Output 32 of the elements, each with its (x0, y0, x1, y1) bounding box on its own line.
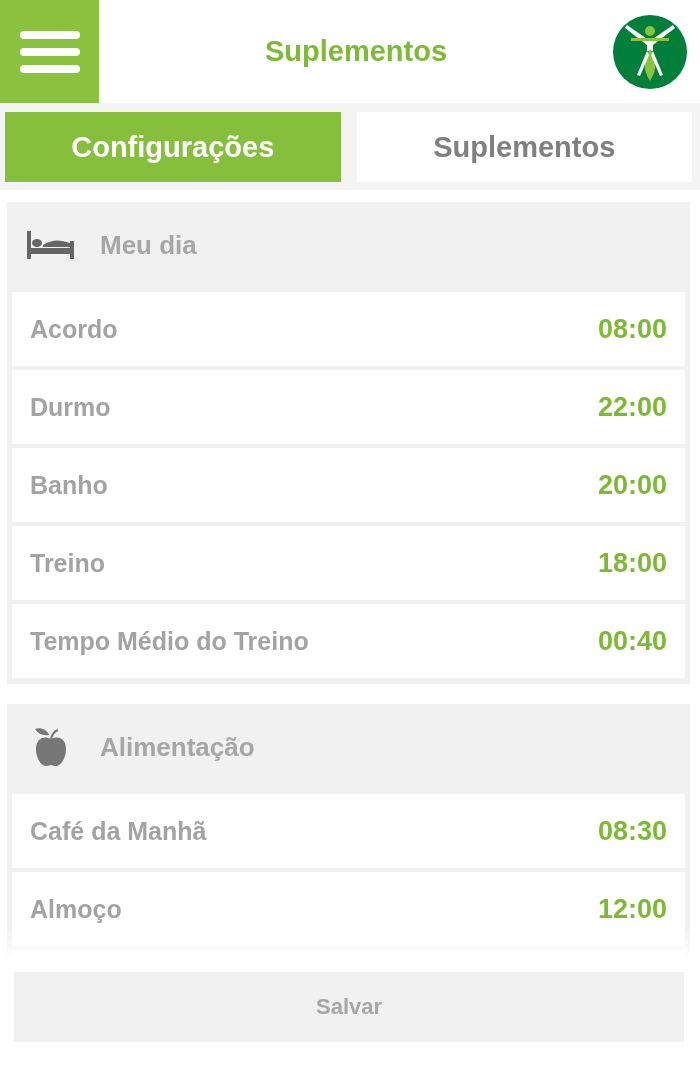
row-label: Tempo Médio do Treino (30, 626, 309, 656)
time-value: 08:30 (597, 815, 667, 847)
menu-icon (19, 30, 80, 73)
tab[interactable]: Suplementos (356, 112, 692, 182)
row-label: Almoço (30, 894, 122, 924)
list-row[interactable]: Tempo Médio do Treino 00:40 (12, 604, 685, 678)
time-value: 00:40 (597, 625, 667, 657)
list-row[interactable]: Durmo 22:00 (12, 370, 685, 444)
time-value: 20:00 (597, 469, 667, 501)
list-row[interactable]: Café da Manhã 08:30 (12, 794, 685, 868)
apple-icon (32, 727, 69, 767)
list-row[interactable]: Acordo 08:00 (12, 292, 685, 366)
bed-icon (27, 231, 74, 259)
menu-button[interactable] (0, 0, 99, 103)
list-row[interactable]: Banho 20:00 (12, 448, 685, 522)
save-button[interactable]: Salvar (14, 972, 684, 1042)
time-value: 08:00 (597, 313, 667, 345)
row-label: Treino (30, 548, 105, 578)
logo-icon (613, 14, 687, 89)
time-value: 22:00 (597, 391, 667, 423)
tab[interactable]: Configurações (5, 112, 341, 182)
row-label: Durmo (30, 392, 111, 422)
row-label: Acordo (30, 314, 118, 344)
time-value: 12:00 (597, 893, 667, 925)
page-title: Suplementos (263, 35, 449, 68)
section-title: Alimentação (100, 731, 255, 763)
time-value: 18:00 (597, 547, 667, 579)
list-row[interactable]: Almoço 12:00 (12, 872, 685, 946)
row-label: Café da Manhã (30, 816, 207, 846)
list-row[interactable]: Treino 18:00 (12, 526, 685, 600)
section-title: Meu dia (100, 229, 197, 261)
row-label: Banho (30, 470, 108, 500)
